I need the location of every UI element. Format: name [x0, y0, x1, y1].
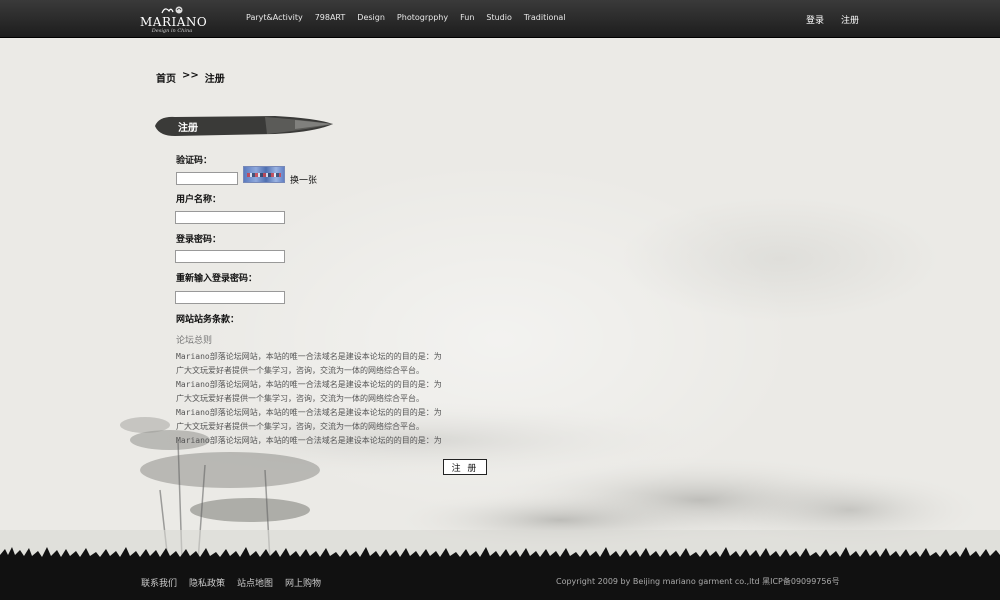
ink-landscape-illustration — [0, 400, 1000, 561]
username-label: 用户名称： — [176, 195, 222, 205]
breadcrumb-separator: >> — [182, 70, 199, 81]
logo-tagline: Design in China — [151, 28, 193, 34]
footer-link-privacy[interactable]: 隐私政策 — [189, 576, 225, 589]
terms-line: Mariano部落论坛网站，本站的唯一合法域名是建设本论坛的的目的是：为 — [176, 408, 442, 417]
logo-emblem-icon — [161, 6, 183, 14]
footer-link-contact[interactable]: 联系我们 — [141, 576, 177, 589]
nav-item-studio[interactable]: Studio — [486, 13, 511, 22]
footer-link-shop[interactable]: 网上购物 — [285, 576, 321, 589]
nav-item-design[interactable]: Design — [357, 13, 385, 22]
terms-line: 广大文玩爱好者提供一个集学习，咨询，交流为一体的网络综合平台。 — [176, 394, 424, 403]
password-confirm-input[interactable] — [175, 291, 285, 304]
terms-line: Mariano部落论坛网站，本站的唯一合法域名是建设本论坛的的目的是：为 — [176, 352, 442, 361]
nav-item-fun[interactable]: Fun — [460, 13, 474, 22]
password-confirm-label: 重新输入登录密码： — [176, 274, 258, 284]
terms-line: Mariano部落论坛网站，本站的唯一合法域名是建设本论坛的的目的是：为 — [176, 380, 442, 389]
login-link[interactable]: 登录 — [806, 13, 824, 26]
breadcrumb: 首页 >> 注册 — [156, 70, 225, 85]
nav-item-traditional[interactable]: Traditional — [524, 13, 566, 22]
terms-line: 广大文玩爱好者提供一个集学习，咨询，交流为一体的网络综合平台。 — [176, 366, 424, 375]
password-input[interactable] — [175, 250, 285, 263]
username-input[interactable] — [175, 211, 285, 224]
site-logo[interactable]: MARIANO Design in China — [140, 4, 208, 34]
password-label: 登录密码： — [176, 235, 222, 245]
auth-links: 登录 注册 — [806, 13, 859, 26]
terms-text-box[interactable]: Mariano部落论坛网站，本站的唯一合法域名是建设本论坛的的目的是：为 广大文… — [176, 350, 496, 448]
top-navigation-bar: MARIANO Design in China Paryt&Activity 7… — [0, 0, 1000, 38]
nav-item-photography[interactable]: Photogrpphy — [397, 13, 448, 22]
logo-text: MARIANO — [140, 15, 208, 29]
terms-line: Mariano部落论坛网站，本站的唯一合法域名是建设本论坛的的目的是：为 — [176, 436, 442, 445]
nav-item-798art[interactable]: 798ART — [315, 13, 346, 22]
nav-item-party-activity[interactable]: Paryt&Activity — [246, 13, 303, 22]
breadcrumb-current: 注册 — [204, 74, 225, 85]
footer-link-sitemap[interactable]: 站点地图 — [237, 576, 273, 589]
breadcrumb-home-link[interactable]: 首页 — [156, 70, 176, 85]
section-title: 注册 — [178, 123, 198, 134]
terms-subtitle: 论坛总则 — [176, 336, 213, 346]
captcha-label: 验证码： — [176, 156, 213, 166]
register-link[interactable]: 注册 — [841, 13, 859, 26]
footer-links: 联系我们 隐私政策 站点地图 网上购物 — [141, 576, 321, 589]
copyright-text: Copyright 2009 by Beijing mariano garmen… — [556, 577, 840, 586]
captcha-input[interactable] — [176, 172, 238, 185]
register-submit-button[interactable]: 注 册 — [443, 459, 487, 475]
captcha-image[interactable] — [243, 166, 285, 183]
terms-line: 广大文玩爱好者提供一个集学习，咨询，交流为一体的网络综合平台。 — [176, 422, 424, 431]
main-nav: Paryt&Activity 798ART Design Photogrpphy… — [246, 13, 566, 22]
terms-label: 网站站务条款： — [176, 315, 240, 325]
captcha-refresh-link[interactable]: 换一张 — [290, 173, 317, 186]
